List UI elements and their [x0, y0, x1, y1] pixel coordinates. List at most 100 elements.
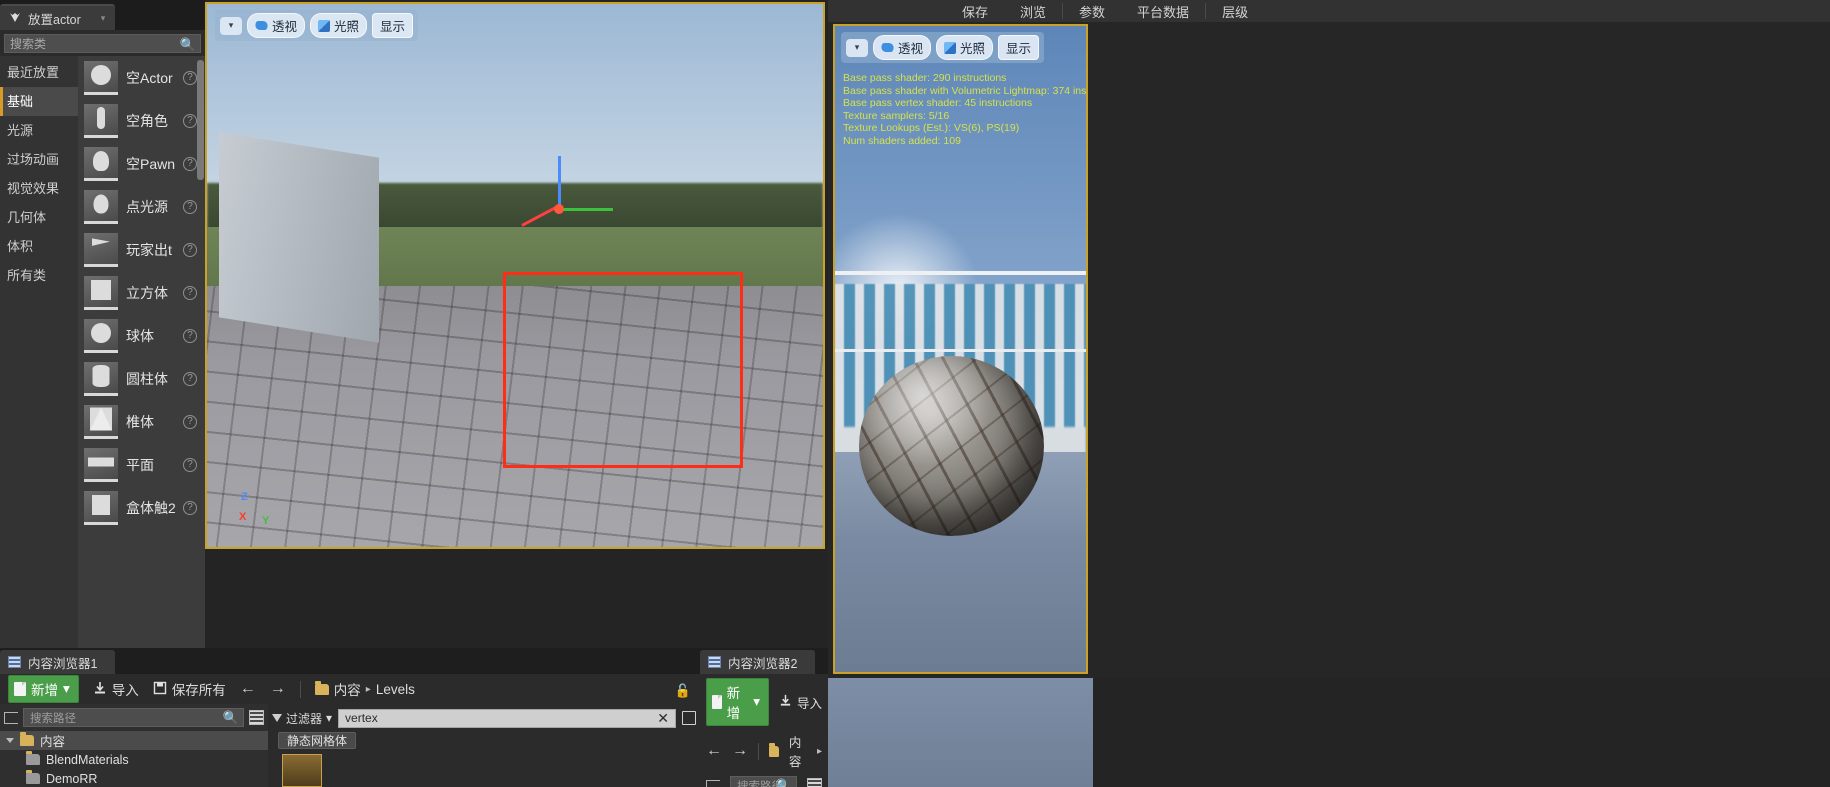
back-arrow-icon[interactable]: ←	[706, 742, 722, 760]
preview-show-button[interactable]: 显示	[998, 35, 1040, 60]
import-button[interactable]: 导入	[93, 679, 139, 699]
content-browser-2-tabbar: 内容浏览器2	[700, 648, 828, 674]
breadcrumb-root[interactable]: 内容	[334, 679, 361, 699]
show-label: 显示	[380, 20, 406, 34]
material-preview-viewport[interactable]: Base pass shader: 290 instructions Base p…	[833, 24, 1088, 674]
filter-chip-static-mesh[interactable]: 静态网格体	[278, 732, 357, 749]
path-search-input-2[interactable]: 搜索路径 🔍	[730, 776, 797, 787]
chevron-down-icon[interactable]: ▾	[63, 681, 70, 697]
place-category-6[interactable]: 体积	[0, 232, 78, 261]
menu-item-2[interactable]: 参数	[1063, 2, 1121, 21]
forward-arrow-icon[interactable]: →	[270, 680, 286, 698]
collapse-tree-icon[interactable]	[4, 711, 18, 724]
help-icon[interactable]: ?	[183, 457, 197, 472]
help-icon[interactable]: ?	[183, 414, 197, 429]
tab-close-caret-icon[interactable]: ▾	[101, 13, 106, 24]
place-asset-item[interactable]: 球体?	[78, 314, 205, 357]
tree-item-2[interactable]: DemoRR	[0, 769, 268, 787]
place-asset-item[interactable]: 空Pawn?	[78, 142, 205, 185]
help-icon[interactable]: ?	[183, 500, 197, 515]
tree-options-icon[interactable]	[249, 710, 264, 725]
help-icon[interactable]: ?	[183, 285, 197, 300]
viewport-perspective-button[interactable]: 透视	[247, 13, 306, 38]
transform-gizmo[interactable]	[521, 156, 648, 227]
chevron-down-icon[interactable]: ▾	[753, 694, 760, 710]
collapse-tree-icon[interactable]	[706, 779, 720, 787]
tab-content-browser-1[interactable]: 内容浏览器1	[0, 650, 116, 674]
tab-label: 放置actor	[28, 12, 81, 27]
lighting-icon	[944, 41, 957, 54]
preview-viewport-toolbar: ▾ 透视 光照 显示	[841, 32, 1045, 63]
viewport-options-caret-icon[interactable]: ▾	[220, 16, 242, 35]
preview-options-caret-icon[interactable]: ▾	[846, 38, 868, 57]
place-asset-item[interactable]: 玩家出t?	[78, 228, 205, 271]
place-category-3[interactable]: 过场动画	[0, 145, 78, 174]
back-arrow-icon[interactable]: ←	[240, 680, 256, 698]
preview-lighting-button[interactable]: 光照	[936, 35, 994, 60]
help-icon[interactable]: ?	[183, 70, 197, 85]
filter-button[interactable]: 过滤器 ▾	[272, 710, 332, 727]
save-search-icon[interactable]	[682, 711, 696, 725]
help-icon[interactable]: ?	[183, 199, 197, 214]
place-category-5[interactable]: 几何体	[0, 203, 78, 232]
asset-label: 立方体	[126, 284, 168, 301]
place-asset-item[interactable]: 平面?	[78, 443, 205, 486]
help-icon[interactable]: ?	[183, 328, 197, 343]
asset-search-value: vertex	[345, 711, 378, 725]
place-category-0[interactable]: 最近放置	[0, 58, 78, 87]
tree-item-0[interactable]: 内容	[0, 731, 268, 750]
help-icon[interactable]: ?	[183, 242, 197, 257]
search-icon: 🔍	[179, 37, 196, 52]
breadcrumb-current[interactable]: Levels	[376, 682, 415, 697]
asset-label: 空Actor	[126, 69, 173, 86]
place-asset-item[interactable]: 圆柱体?	[78, 357, 205, 400]
asset-thumbnail	[84, 361, 118, 396]
lighting-label: 光照	[334, 20, 360, 34]
tab-place-actors[interactable]: 放置actor ▾	[0, 4, 116, 30]
viewport-show-button[interactable]: 显示	[372, 13, 414, 38]
place-category-4[interactable]: 视觉效果	[0, 174, 78, 203]
save-all-button[interactable]: 保存所有	[153, 679, 226, 699]
asset-search-input[interactable]: vertex ✕	[338, 708, 676, 728]
tab-content-browser-2[interactable]: 内容浏览器2	[700, 650, 816, 674]
place-asset-item[interactable]: 盒体触2?	[78, 486, 205, 529]
place-asset-item[interactable]: 立方体?	[78, 271, 205, 314]
asset-list-scrollbar[interactable]	[197, 60, 204, 180]
place-asset-item[interactable]: 椎体?	[78, 400, 205, 443]
place-asset-item[interactable]: 空Actor?	[78, 56, 205, 99]
tree-item-1[interactable]: BlendMaterials	[0, 750, 268, 769]
gizmo-origin[interactable]	[554, 204, 565, 215]
level-viewport[interactable]: Z X Y ▾ 透视 光照 显示	[205, 2, 825, 549]
place-asset-item[interactable]: 空角色?	[78, 99, 205, 142]
place-actors-panel: 放置actor ▾ 搜索类 🔍 最近放置 基础 光源 过场动画 视觉效果 几何体 体积 所有类…	[0, 0, 205, 674]
help-icon[interactable]: ?	[183, 156, 197, 171]
chevron-down-icon[interactable]	[6, 738, 14, 743]
help-icon[interactable]: ?	[183, 113, 197, 128]
clear-search-icon[interactable]: ✕	[657, 710, 669, 727]
viewport-lighting-button[interactable]: 光照	[310, 13, 368, 38]
chevron-down-icon[interactable]: ▾	[326, 711, 332, 725]
lock-icon[interactable]: 🔓	[675, 683, 691, 699]
gizmo-z-axis[interactable]	[558, 156, 562, 212]
path-search-input[interactable]: 搜索路径 🔍	[23, 708, 244, 727]
menu-item-1[interactable]: 浏览	[1004, 2, 1062, 21]
place-category-2[interactable]: 光源	[0, 116, 78, 145]
place-category-1[interactable]: 基础	[0, 87, 78, 116]
list-view-icon[interactable]	[807, 778, 822, 787]
menu-item-4[interactable]: 层级	[1206, 2, 1264, 21]
add-new-button-2[interactable]: 新增 ▾	[706, 678, 769, 726]
menu-item-0[interactable]: 保存	[946, 2, 1004, 21]
gizmo-y-axis[interactable]	[558, 208, 614, 212]
place-actors-search-input[interactable]: 搜索类 🔍	[4, 34, 201, 53]
menu-item-3[interactable]: 平台数据	[1121, 2, 1205, 21]
forward-arrow-icon[interactable]: →	[732, 742, 748, 760]
help-icon[interactable]: ?	[183, 371, 197, 386]
place-asset-item[interactable]: 点光源?	[78, 185, 205, 228]
preview-perspective-button[interactable]: 透视	[873, 35, 932, 60]
place-category-7[interactable]: 所有类	[0, 261, 78, 290]
import-button-2[interactable]: 导入	[779, 693, 822, 712]
asset-tile[interactable]	[282, 754, 322, 787]
preview-material-sphere[interactable]	[859, 356, 1044, 536]
breadcrumb-root[interactable]: 内容	[789, 732, 807, 770]
add-new-button[interactable]: 新增 ▾	[8, 675, 79, 703]
